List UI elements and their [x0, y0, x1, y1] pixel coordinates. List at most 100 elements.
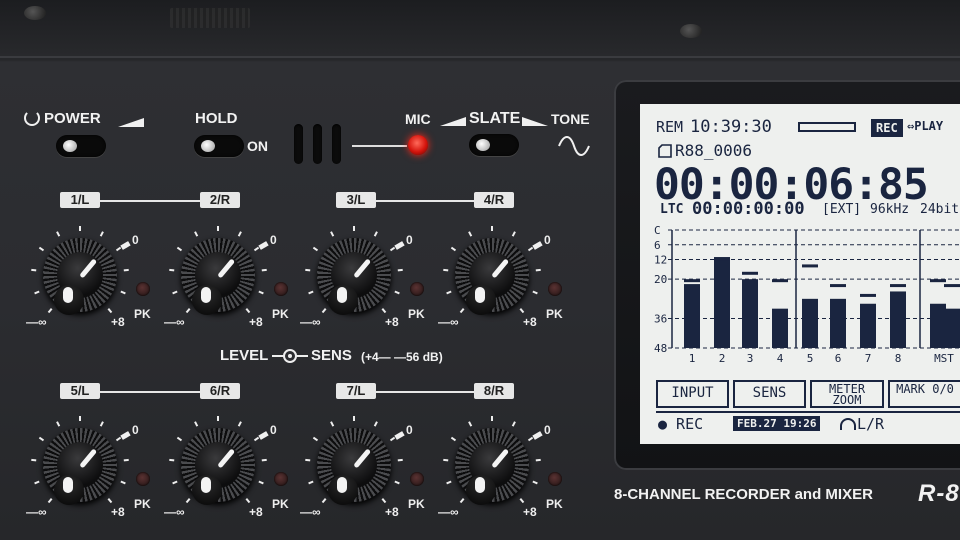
min-label: —∞: [26, 505, 47, 519]
remaining-bar: [798, 122, 856, 132]
zero-label: 0: [132, 233, 139, 247]
zero-label: 0: [406, 423, 413, 437]
level-knob-4[interactable]: [442, 225, 542, 325]
min-label: —∞: [438, 315, 459, 329]
screw-icon: [24, 6, 46, 20]
max-label: +8: [249, 505, 263, 519]
level-knob-3[interactable]: [304, 225, 404, 325]
max-label: +8: [385, 505, 399, 519]
zero-label: 0: [544, 233, 551, 247]
meter-bar: [742, 279, 758, 348]
level-knob-6[interactable]: [168, 415, 268, 515]
meter-channel-label: 3: [747, 352, 754, 365]
zero-label: 0: [270, 233, 277, 247]
max-label: +8: [249, 315, 263, 329]
ltc-source: [EXT]: [822, 202, 862, 217]
peak-label: PK: [134, 497, 151, 511]
meter-scale-label: 12: [654, 254, 667, 267]
rec-badge: REC: [871, 119, 903, 137]
softkey-sens[interactable]: SENS: [733, 380, 806, 408]
power-switch[interactable]: [56, 135, 106, 157]
play-label: ⇔PLAY: [907, 119, 944, 133]
status-rec: ● REC: [658, 415, 704, 433]
meter-peak: [830, 284, 846, 288]
meter-channel-label: MST: [934, 352, 954, 365]
slate-label: SLATE: [469, 110, 521, 127]
mic-grille: [294, 124, 303, 164]
sample-rate: 96kHz: [870, 202, 910, 217]
max-label: +8: [111, 315, 125, 329]
min-label: —∞: [26, 315, 47, 329]
softkey-mark[interactable]: MARK 0/0: [888, 380, 960, 408]
max-label: +8: [523, 505, 537, 519]
channel-tag-6: 6/R: [200, 383, 240, 399]
zero-label: 0: [270, 423, 277, 437]
status-date: FEB.27 19:26: [733, 416, 821, 431]
level-knob-7[interactable]: [304, 415, 404, 515]
level-knob-5[interactable]: [30, 415, 130, 515]
channel-tag-4: 4/R: [474, 192, 514, 208]
meter-peak: [742, 271, 758, 275]
peak-led: [410, 472, 424, 486]
max-label: +8: [385, 315, 399, 329]
meter-scale-label: C: [654, 224, 661, 237]
softkey-meter-zoom[interactable]: METER ZOOM: [810, 380, 884, 408]
headphone-icon: [840, 418, 856, 430]
top-panel: [0, 0, 960, 58]
level-knob-8[interactable]: [442, 415, 542, 515]
meter-channel-label: 5: [807, 352, 814, 365]
min-label: —∞: [300, 505, 321, 519]
level-knob-1[interactable]: [30, 225, 130, 325]
level-label: LEVEL: [220, 347, 269, 364]
meter-channel-label: 1: [689, 352, 696, 365]
meter-peak: [714, 257, 730, 261]
vent-grille: [170, 8, 250, 28]
level-knob-2[interactable]: [168, 225, 268, 325]
peak-led: [136, 282, 150, 296]
rem-label: REM: [656, 118, 684, 136]
mic-grille: [332, 124, 341, 164]
sens-range-label: (+4— —56 dB): [361, 350, 443, 364]
meter-peak: [930, 279, 946, 283]
slate-switch[interactable]: [469, 134, 519, 156]
screw-icon: [680, 24, 702, 38]
recorder-device: POWER HOLD ON MIC SLATE TONE 1/L 2/R 3/L…: [0, 0, 960, 540]
model-logo: R-8: [918, 480, 960, 507]
power-arrow-icon: [118, 118, 144, 127]
zero-label: 0: [132, 423, 139, 437]
model-description: 8-CHANNEL RECORDER and MIXER: [614, 486, 873, 503]
peak-label: PK: [546, 497, 563, 511]
slate-right-arrow-icon: [522, 117, 548, 126]
meter-channel-label: 6: [835, 352, 842, 365]
peak-led: [548, 282, 562, 296]
ltc-value: 00:00:00:00: [692, 199, 805, 219]
tone-wave-icon: [558, 136, 590, 156]
mic-line: [352, 145, 407, 147]
peak-label: PK: [546, 307, 563, 321]
softkey-input[interactable]: INPUT: [656, 380, 729, 408]
meter-channel-label: 2: [719, 352, 726, 365]
max-label: +8: [523, 315, 537, 329]
channel-tag-2: 2/R: [200, 192, 240, 208]
slate-left-arrow-icon: [440, 117, 466, 126]
level-meter: C6122036481 2 3 4 5 6 7 8 MST: [654, 224, 960, 365]
bit-depth: 24bit: [920, 202, 960, 217]
mic-led: [408, 135, 428, 155]
level-sens-icon: [272, 349, 308, 363]
peak-label: PK: [408, 497, 425, 511]
zero-label: 0: [544, 423, 551, 437]
power-label: POWER: [24, 110, 101, 127]
peak-led: [136, 472, 150, 486]
mic-label: MIC: [405, 111, 431, 127]
hold-switch[interactable]: [194, 135, 244, 157]
meter-bar: [890, 291, 906, 348]
sens-label: SENS: [311, 347, 352, 364]
channel-tag-8: 8/R: [474, 383, 514, 399]
meter-peak: [860, 293, 876, 297]
peak-label: PK: [134, 307, 151, 321]
meter-channel-label: 7: [865, 352, 872, 365]
peak-led: [410, 282, 424, 296]
meter-bar: [772, 308, 788, 348]
hold-on-label: ON: [247, 138, 268, 154]
meter-bar: [714, 259, 730, 348]
